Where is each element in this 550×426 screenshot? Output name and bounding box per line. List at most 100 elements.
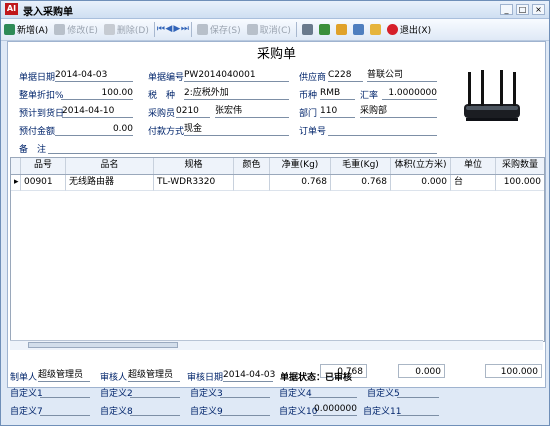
buyer-code-field[interactable]: 0210 [176, 106, 210, 118]
custom-field-4[interactable] [309, 387, 357, 398]
supplier-name-field[interactable]: 普联公司 [367, 70, 437, 82]
column-header: 体积(立方米) [391, 158, 451, 174]
review-date-label: 审核日期 [187, 373, 224, 383]
delete-icon [103, 24, 115, 35]
table-row[interactable]: ▸ 00901 无线路由器 TL-WDR3320 0.768 0.768 0.0… [11, 175, 544, 191]
save-button[interactable]: 保存(S) [194, 21, 244, 39]
form-panel: 采购单 单据日期 2014-04-03 单据编号 PW2014040001 供应… [7, 41, 546, 388]
next-record-icon[interactable]: ▶ [173, 25, 181, 34]
doc-no-label: 单据编号 [148, 73, 185, 83]
column-header: 规格 [154, 158, 234, 174]
column-header: 净重(Kg) [270, 158, 331, 174]
volume-total: 0.000 [398, 364, 445, 378]
supplier-label: 供应商 [299, 73, 327, 83]
grid-header: 品号 品名 规格 颜色 净重(Kg) 毛重(Kg) 体积(立方米) 单位 采购数… [11, 158, 544, 175]
rate-label: 汇率 [360, 91, 379, 101]
order-no-field[interactable] [328, 124, 437, 136]
item-code-cell[interactable]: 00901 [21, 175, 66, 191]
document-title: 采购单 [256, 47, 296, 62]
volume-cell[interactable]: 0.000 [391, 175, 451, 191]
doc-date-label: 单据日期 [19, 73, 56, 83]
app-icon: AI [5, 3, 18, 15]
cancel-button[interactable]: 取消(C) [244, 21, 294, 39]
close-button[interactable]: × [532, 4, 545, 15]
maximize-button[interactable]: □ [516, 4, 529, 15]
doc-no-field[interactable]: PW2014040001 [184, 70, 289, 82]
review-date-field[interactable]: 2014-04-03 [223, 370, 275, 382]
custom-field-5[interactable] [397, 387, 439, 398]
edit-button[interactable]: 修改(E) [51, 21, 101, 39]
custom-field-3[interactable] [220, 387, 270, 398]
doc-date-field[interactable]: 2014-04-03 [55, 70, 133, 82]
save-label: 保存(S) [209, 26, 241, 36]
quantity-cell[interactable]: 100.000 [496, 175, 544, 191]
dept-code-field[interactable]: 110 [320, 106, 355, 118]
payment-label: 付款方式 [148, 127, 185, 137]
prepay-label: 预付金额 [19, 127, 56, 137]
net-weight-cell[interactable]: 0.768 [270, 175, 331, 191]
print-icon [301, 24, 313, 35]
buyer-name-field[interactable]: 张宏伟 [215, 106, 289, 118]
currency-field[interactable]: RMB [320, 88, 355, 100]
custom-field-7[interactable] [40, 405, 90, 416]
tax-field[interactable]: 2:应税外加 [184, 88, 289, 100]
rate-field[interactable]: 1.0000000 [382, 88, 437, 100]
exit-button[interactable]: 退出(X) [384, 21, 434, 39]
payment-field[interactable]: 现金 [184, 124, 289, 136]
tools-icon [335, 24, 347, 35]
toolbar-separator [190, 22, 192, 37]
dept-name-field[interactable]: 采购部 [360, 106, 437, 118]
first-record-icon[interactable]: ⏮ [157, 25, 165, 34]
custom-field-10[interactable]: 0.000000 [313, 404, 357, 416]
custom-field-8[interactable] [130, 405, 180, 416]
spec-cell[interactable]: TL-WDR3320 [154, 175, 234, 191]
supplier-code-field[interactable]: C228 [328, 70, 363, 82]
exit-label: 退出(X) [399, 26, 432, 36]
toolbar: 新增(A) 修改(E) 删除(D) ⏮ ◀ ▶ ⏭ 保存(S) 取消(C) 退出… [1, 19, 549, 41]
delivery-date-field[interactable]: 2014-04-10 [62, 106, 133, 118]
current-row-indicator-icon: ▸ [11, 175, 21, 191]
router-image [464, 70, 520, 121]
print-button[interactable] [299, 21, 316, 39]
tools-button[interactable] [333, 21, 350, 39]
refresh-icon [318, 24, 330, 35]
maker-field[interactable]: 超级管理员 [38, 370, 90, 382]
discount-field[interactable]: 100.00 [61, 88, 133, 100]
tax-label: 税 种 [148, 91, 176, 101]
column-header: 颜色 [234, 158, 270, 174]
custom-field-1[interactable] [40, 387, 90, 398]
exit-icon [386, 24, 398, 35]
unit-cell[interactable]: 台 [451, 175, 496, 191]
custom-label-4: 自定义4 [279, 389, 312, 399]
purchase-order-window: AI 录入采购单 _ □ × 新增(A) 修改(E) 删除(D) ⏮ ◀ ▶ ⏭… [0, 0, 550, 426]
color-cell[interactable] [234, 175, 270, 191]
last-record-icon[interactable]: ⏭ [181, 25, 189, 34]
custom-field-11[interactable] [397, 405, 439, 416]
edit-label: 修改(E) [67, 26, 98, 36]
refresh-button[interactable] [316, 21, 333, 39]
delete-button[interactable]: 删除(D) [101, 21, 152, 39]
custom-label-10: 自定义10 [279, 407, 318, 417]
custom-field-2[interactable] [130, 387, 180, 398]
quantity-total: 100.000 [485, 364, 542, 378]
minimize-button[interactable]: _ [500, 4, 513, 15]
remark-field[interactable] [48, 142, 437, 154]
scrollbar-thumb[interactable] [28, 342, 178, 348]
help-button[interactable] [367, 21, 384, 39]
custom-label-8: 自定义8 [100, 407, 133, 417]
add-button[interactable]: 新增(A) [1, 21, 51, 39]
horizontal-scrollbar[interactable] [10, 340, 543, 350]
custom-label-9: 自定义9 [190, 407, 223, 417]
currency-label: 币种 [299, 91, 318, 101]
custom-label-5: 自定义5 [367, 389, 400, 399]
custom-field-9[interactable] [220, 405, 270, 416]
prev-record-icon[interactable]: ◀ [165, 25, 173, 34]
prepay-field[interactable]: 0.00 [55, 124, 133, 136]
remark-label: 备 注 [19, 145, 47, 155]
gross-weight-cell[interactable]: 0.768 [331, 175, 391, 191]
export-button[interactable] [350, 21, 367, 39]
item-name-cell[interactable]: 无线路由器 [66, 175, 154, 191]
export-icon [352, 24, 364, 35]
column-header: 品号 [21, 158, 66, 174]
reviewer-field[interactable]: 超级管理员 [128, 370, 180, 382]
